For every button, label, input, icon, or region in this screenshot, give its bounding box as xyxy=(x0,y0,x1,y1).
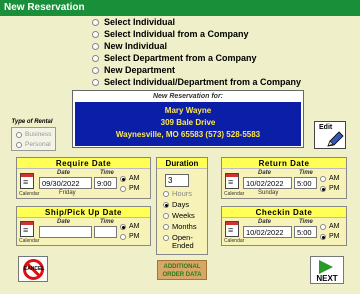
radio-icon[interactable] xyxy=(120,175,126,182)
radio-icon[interactable] xyxy=(92,66,99,74)
calendar-icon[interactable] xyxy=(225,221,239,237)
return-am-option[interactable]: AM xyxy=(320,175,340,182)
additional-order-data-button[interactable]: ADDITIONAL ORDER DATA xyxy=(157,260,207,280)
require-pm-option[interactable]: PM xyxy=(120,185,140,192)
arrow-right-icon xyxy=(319,260,333,274)
ship-date-field[interactable] xyxy=(39,226,92,238)
duration-months-option[interactable]: Months xyxy=(163,223,197,231)
reservation-details: Mary Wayne 309 Bale Drive Waynesville, M… xyxy=(75,102,301,146)
reservation-name: Mary Wayne xyxy=(164,106,212,115)
checkin-date-field[interactable]: 10/02/2022 xyxy=(243,226,292,238)
return-date-field[interactable]: 10/02/2022 xyxy=(243,177,292,189)
radio-icon[interactable] xyxy=(163,224,169,230)
ship-date-title: Ship/Pick Up Date xyxy=(17,207,150,218)
pencil-icon xyxy=(327,131,344,147)
radio-icon[interactable] xyxy=(120,223,126,230)
time-label: Time xyxy=(100,170,114,176)
radio-icon[interactable] xyxy=(320,223,326,230)
return-day-label: Sunday xyxy=(258,190,279,196)
type-of-rental-group: Business Personal xyxy=(11,127,56,151)
option-select-individual-company[interactable]: Select Individual from a Company xyxy=(92,29,249,39)
radio-icon[interactable] xyxy=(16,141,22,148)
reservation-city-phone: Waynesville, MO 65583 (573) 528-5583 xyxy=(115,130,261,139)
radio-icon[interactable] xyxy=(320,233,326,240)
require-date-field[interactable]: 09/30/2022 xyxy=(39,177,92,189)
next-button[interactable]: NEXT xyxy=(310,256,344,284)
date-label: Date xyxy=(258,219,272,225)
require-am-option[interactable]: AM xyxy=(120,175,140,182)
checkin-date-title: Checkin Date xyxy=(222,207,346,218)
ship-time-field[interactable] xyxy=(94,226,117,238)
radio-icon[interactable] xyxy=(163,213,169,219)
ship-am-option[interactable]: AM xyxy=(120,223,140,230)
date-label: Date xyxy=(258,170,272,176)
option-select-department[interactable]: Select Department from a Company xyxy=(92,53,257,63)
radio-icon[interactable] xyxy=(92,18,99,26)
radio-icon[interactable] xyxy=(92,54,99,62)
edit-button[interactable]: Edit xyxy=(314,121,346,149)
option-select-individual-department[interactable]: Select Individual/Department from a Comp… xyxy=(92,77,301,87)
rental-business-option[interactable]: Business xyxy=(16,131,55,138)
calendar-label: Calendar xyxy=(19,238,40,244)
radio-icon[interactable] xyxy=(163,202,169,208)
calendar-label: Calendar xyxy=(224,191,245,197)
radio-icon[interactable] xyxy=(320,185,326,192)
duration-panel: Duration 3 Hours Days Weeks Months Open-… xyxy=(156,157,208,255)
checkin-am-option[interactable]: AM xyxy=(320,223,340,230)
radio-icon[interactable] xyxy=(16,131,22,138)
time-label: Time xyxy=(299,219,313,225)
time-label: Time xyxy=(100,219,114,225)
ship-pm-option[interactable]: PM xyxy=(120,233,140,240)
radio-icon[interactable] xyxy=(92,30,99,38)
reservation-address: 309 Bale Drive xyxy=(160,118,216,127)
type-of-rental-label: Type of Rental xyxy=(11,119,53,125)
date-label: Date xyxy=(57,219,71,225)
duration-open-ended-option[interactable]: Open- Ended xyxy=(163,234,194,250)
radio-icon[interactable] xyxy=(163,235,169,241)
calendar-label: Calendar xyxy=(19,191,40,197)
require-time-field[interactable]: 9:00 xyxy=(94,177,117,189)
rental-personal-option[interactable]: Personal xyxy=(16,141,55,148)
reservation-box: New Reservation for: Mary Wayne 309 Bale… xyxy=(72,90,304,148)
checkin-date-panel: Checkin Date Calendar Date Time 10/02/20… xyxy=(221,206,347,246)
reservation-header: New Reservation for: xyxy=(152,93,224,100)
radio-icon[interactable] xyxy=(320,175,326,182)
checkin-pm-option[interactable]: PM xyxy=(320,233,340,240)
radio-icon[interactable] xyxy=(92,78,99,86)
option-select-individual[interactable]: Select Individual xyxy=(92,17,175,27)
calendar-label: Calendar xyxy=(224,238,245,244)
calendar-icon[interactable] xyxy=(225,173,239,189)
duration-title: Duration xyxy=(157,158,207,169)
cancel-button[interactable]: CANCEL xyxy=(18,256,48,282)
radio-icon[interactable] xyxy=(120,233,126,240)
radio-icon[interactable] xyxy=(92,42,99,50)
date-label: Date xyxy=(57,170,71,176)
duration-input[interactable]: 3 xyxy=(165,174,189,187)
duration-days-option[interactable]: Days xyxy=(163,201,189,209)
duration-hours-option[interactable]: Hours xyxy=(163,190,192,198)
return-date-panel: Return Date Calendar Date Time 10/02/202… xyxy=(221,157,347,199)
return-date-title: Return Date xyxy=(222,158,346,169)
option-new-department[interactable]: New Department xyxy=(92,65,175,75)
checkin-time-field[interactable]: 5:00 xyxy=(294,226,317,238)
duration-weeks-option[interactable]: Weeks xyxy=(163,212,195,220)
radio-icon[interactable] xyxy=(163,191,169,197)
require-date-panel: Require Date Calendar Date Time 09/30/20… xyxy=(16,157,151,199)
require-date-title: Require Date xyxy=(17,158,150,169)
time-label: Time xyxy=(299,170,313,176)
require-day-label: Friday xyxy=(59,190,76,196)
window-title: New Reservation xyxy=(0,0,360,16)
option-new-individual[interactable]: New Individual xyxy=(92,41,167,51)
radio-icon[interactable] xyxy=(120,185,126,192)
return-time-field[interactable]: 5:00 xyxy=(294,177,317,189)
calendar-icon[interactable] xyxy=(20,173,34,189)
calendar-icon[interactable] xyxy=(20,221,34,237)
ship-date-panel: Ship/Pick Up Date Calendar Date Time AM … xyxy=(16,206,151,246)
return-pm-option[interactable]: PM xyxy=(320,185,340,192)
